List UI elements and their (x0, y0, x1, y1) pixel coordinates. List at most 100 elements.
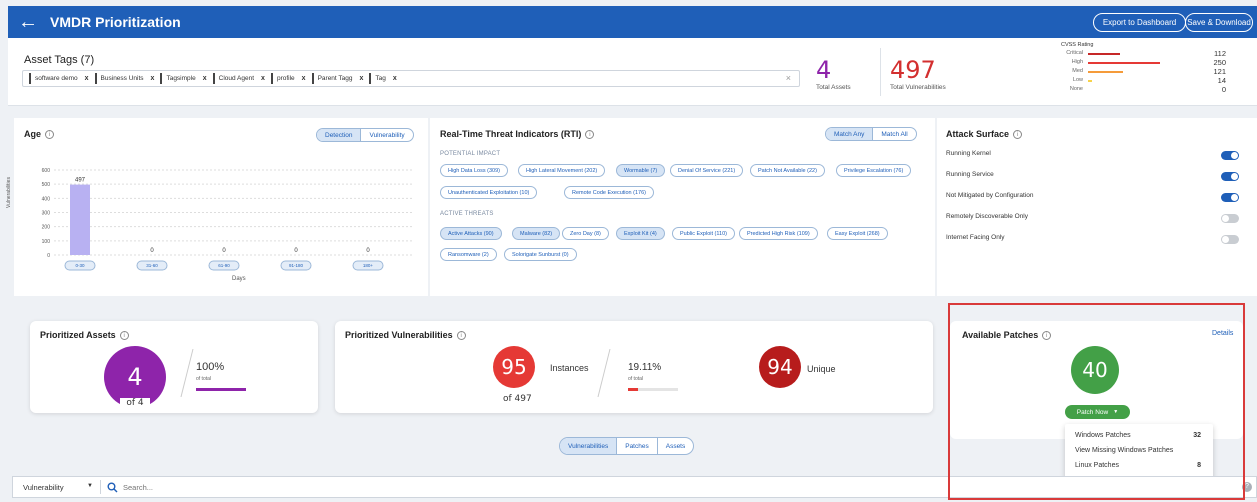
prioritized-vulns-card: Prioritized Vulnerabilities i 95 Instance… (335, 321, 933, 413)
rti-pill[interactable]: Denial Of Service (221) (670, 164, 744, 177)
asset-tag-label: Parent Tagg (317, 75, 353, 82)
info-icon[interactable]: i (585, 130, 595, 140)
rti-pill[interactable]: High Lateral Movement (202) (518, 164, 606, 177)
top-bar: ← VMDR Prioritization Export to Dashboar… (8, 6, 1257, 38)
rti-pill[interactable]: Active Attacks (90) (440, 227, 502, 240)
attack-surface-toggle[interactable] (1221, 151, 1239, 160)
detection-toggle[interactable]: Detection (317, 129, 361, 141)
clear-tags-icon[interactable]: × (786, 73, 791, 83)
rti-pill[interactable]: Ransomware (2) (440, 248, 497, 261)
instances-label: Instances (550, 363, 589, 373)
prioritized-vulns-title: Prioritized Vulnerabilities i (345, 330, 466, 341)
bottom-tab[interactable]: Patches (616, 438, 657, 454)
rti-pill[interactable]: Predicted High Risk (109) (739, 227, 818, 240)
cvss-bar (1088, 53, 1121, 55)
asset-tag-label: Tag (375, 75, 386, 82)
info-icon[interactable]: i (119, 331, 129, 341)
cvss-count: 121 (1213, 67, 1226, 76)
prioritized-assets-percent: 100% (196, 361, 225, 373)
total-vulns-value: 497 (890, 56, 936, 84)
asset-tag-label: Cloud Agent (218, 75, 255, 82)
cvss-count: 14 (1217, 76, 1226, 85)
percent-track (196, 388, 246, 391)
chevron-down-icon[interactable]: ▼ (87, 483, 93, 489)
y-tick-label: 600 (42, 168, 51, 174)
bar-value-label: 497 (75, 178, 86, 184)
remove-tag-icon[interactable]: x (360, 75, 364, 82)
total-assets-value: 4 (816, 56, 832, 84)
search-scope-select[interactable]: Vulnerability (23, 483, 64, 492)
rti-pill[interactable]: Public Exploit (110) (672, 227, 735, 240)
asset-tag: Tag x (369, 73, 397, 84)
percent-fill (196, 388, 246, 391)
search-icon (107, 482, 118, 493)
cvss-count: 250 (1213, 58, 1226, 67)
rti-pill[interactable]: High Data Loss (309) (440, 164, 508, 177)
prioritized-vulns-percent: 19.11% (628, 362, 662, 373)
age-title: Age i (24, 129, 55, 140)
y-tick-label: 200 (42, 225, 51, 231)
asset-tags-title: Asset Tags (7) (24, 54, 95, 66)
asset-tag: Parent Tagg x (311, 73, 364, 84)
info-icon[interactable]: i (1013, 130, 1023, 140)
y-axis-label: Vulnerabilities (6, 177, 12, 208)
remove-tag-icon[interactable]: x (302, 75, 306, 82)
rti-title: Real-Time Threat Indicators (RTI) i (440, 129, 595, 140)
cvss-rating-title: CVSS Rating (1061, 42, 1094, 48)
remove-tag-icon[interactable]: x (261, 75, 265, 82)
x-tick-label: 31-60 (146, 263, 158, 268)
cvss-row-label: None (1069, 86, 1083, 92)
x-tick-label: 61-90 (218, 263, 230, 268)
attack-surface-toggle[interactable] (1221, 193, 1239, 202)
asset-tag-label: profile (276, 75, 295, 82)
rti-pill[interactable]: Wormable (7) (616, 164, 666, 177)
prioritized-assets-title: Prioritized Assets i (40, 330, 129, 341)
rti-pill[interactable]: Solorigate Sunburst (0) (504, 248, 577, 261)
remove-tag-icon[interactable]: x (85, 75, 89, 82)
rti-card: Real-Time Threat Indicators (RTI) i Match… (430, 118, 935, 296)
match-all-toggle[interactable]: Match All (872, 128, 915, 140)
y-tick-label: 400 (42, 196, 51, 202)
bottom-tab[interactable]: Assets (656, 438, 694, 454)
y-tick-label: 0 (47, 253, 50, 259)
rti-pill[interactable]: Zero Day (8) (562, 227, 609, 240)
remove-tag-icon[interactable]: x (151, 75, 155, 82)
active-threats-label: ACTIVE THREATS (440, 211, 494, 217)
percent-of-total-label: of total (196, 376, 212, 382)
save-download-button[interactable]: Save & Download (1185, 13, 1253, 32)
info-icon[interactable]: i (456, 331, 466, 341)
attack-surface-toggle[interactable] (1221, 172, 1239, 181)
toggle-knob (1231, 152, 1238, 159)
export-to-dashboard-button[interactable]: Export to Dashboard (1093, 13, 1186, 32)
remove-tag-icon[interactable]: x (393, 75, 397, 82)
back-arrow-icon[interactable]: ← (18, 12, 40, 32)
rti-pill[interactable]: Remote Code Execution (176) (564, 186, 654, 199)
rti-pill[interactable]: Malware (82) (512, 227, 561, 240)
rti-pill[interactable]: Patch Not Available (22) (750, 164, 825, 177)
vulnerability-toggle[interactable]: Vulnerability (360, 129, 412, 141)
age-bar[interactable] (70, 184, 90, 255)
age-card: Age i Detection Vulnerability Vulnerabili… (6, 118, 428, 296)
total-vulns-label: Total Vulnerabilities (890, 84, 946, 91)
match-any-toggle[interactable]: Match Any (826, 128, 873, 140)
info-icon[interactable]: i (45, 130, 55, 140)
asset-tag: Business Units x (94, 73, 155, 84)
rti-pill[interactable]: Unauthenticated Exploitation (10) (440, 186, 538, 199)
y-tick-label: 500 (42, 182, 51, 188)
attack-surface-toggle[interactable] (1221, 235, 1239, 244)
remove-tag-icon[interactable]: x (203, 75, 207, 82)
cvss-count: 112 (1214, 49, 1226, 58)
rti-pill[interactable]: Privilege Escalation (76) (836, 164, 912, 177)
asset-tag-label: Tagsimple (166, 75, 196, 82)
attack-surface-label: Remotely Discoverable Only (946, 213, 1029, 220)
rti-pill[interactable]: Exploit Kit (4) (616, 227, 665, 240)
unique-label: Unique (807, 364, 836, 374)
asset-tags-input[interactable]: software demo x Business Units x Tagsimple x C… (22, 70, 800, 87)
rti-pill[interactable]: Easy Exploit (268) (827, 227, 888, 240)
total-assets-label: Total Assets (816, 84, 851, 91)
attack-surface-title: Attack Surface i (946, 129, 1023, 140)
bottom-tab[interactable]: Vulnerabilities (560, 438, 617, 454)
age-mode-toggle: Detection Vulnerability (316, 128, 414, 142)
attack-surface-toggle[interactable] (1221, 214, 1239, 223)
percent-track (628, 388, 678, 391)
